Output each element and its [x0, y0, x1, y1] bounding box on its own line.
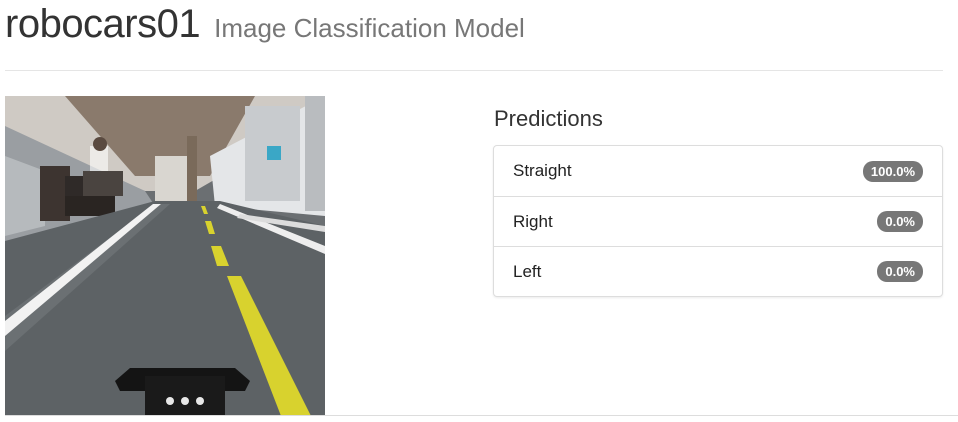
prediction-item-right: Right 0.0%: [494, 196, 942, 246]
prediction-label: Right: [513, 211, 553, 231]
prediction-label: Straight: [513, 161, 572, 180]
prediction-label: Left: [513, 261, 542, 281]
predictions-title: Predictions: [494, 106, 603, 131]
app-subtitle: Image Classification Model: [214, 13, 525, 43]
app-name: robocars01: [5, 2, 201, 46]
page: robocars01 Image Classification Model Pr…: [0, 0, 958, 422]
prediction-badge: 0.0%: [877, 211, 923, 232]
prediction-item-straight: Straight 100.0%: [494, 146, 942, 196]
prediction-item-left: Left 0.0%: [494, 246, 942, 296]
predictions-list: Straight 100.0% Right 0.0% Left 0.0%: [493, 145, 943, 297]
prediction-badge: 100.0%: [862, 160, 923, 182]
camera-image: [5, 96, 325, 416]
prediction-badge: 0.0%: [877, 261, 923, 282]
footer-divider: [5, 415, 958, 416]
header-divider: [5, 70, 943, 71]
page-header: robocars01 Image Classification Model: [5, 0, 525, 52]
